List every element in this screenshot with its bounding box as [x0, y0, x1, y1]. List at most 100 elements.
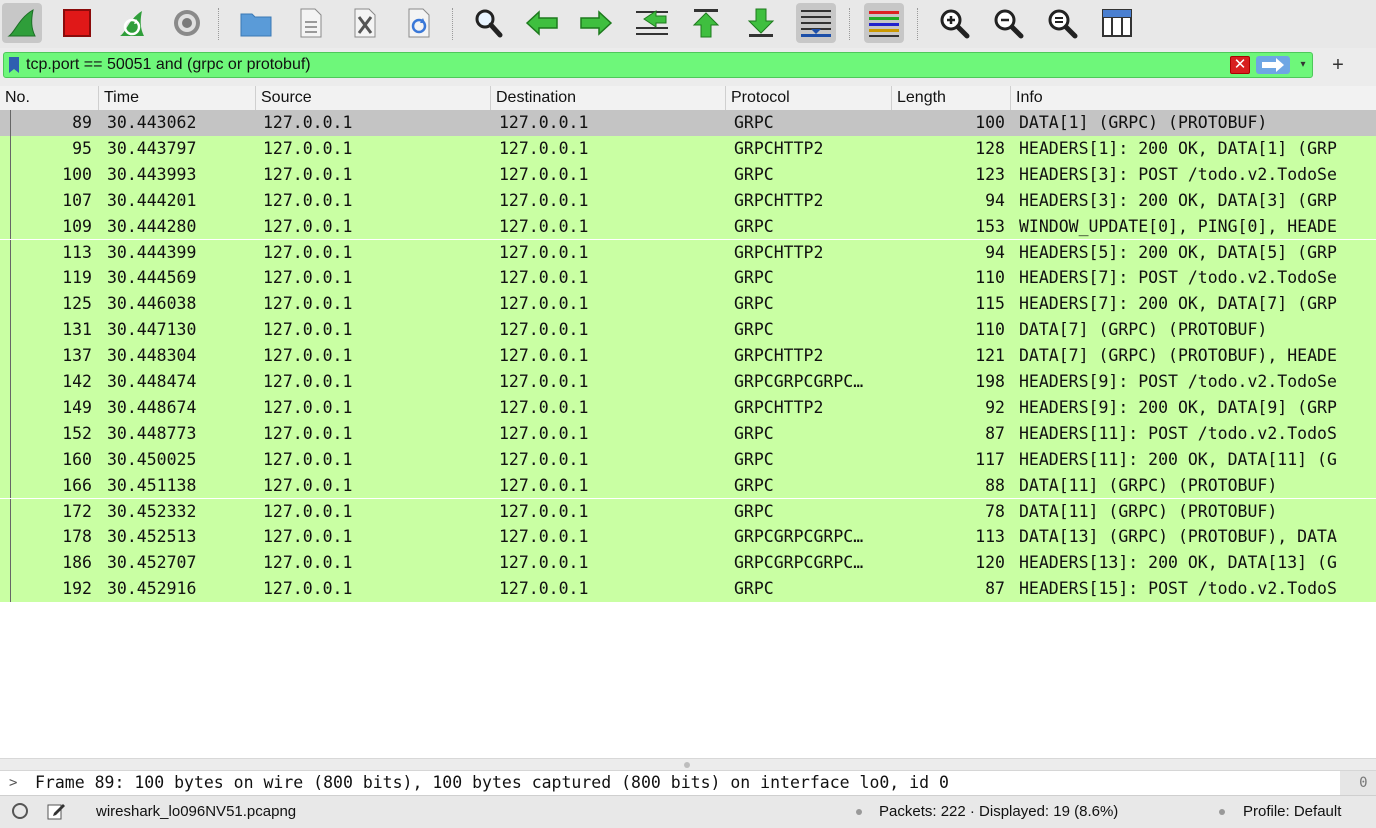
packet-row[interactable]: 166 30.451138 127.0.0.1 127.0.0.1 GRPC 88 DATA… [0, 472, 1376, 499]
packet-info: HEADERS[9]: POST /todo.v2.TodoSe [1019, 372, 1337, 391]
reload-icon[interactable] [399, 3, 439, 43]
column-header-info[interactable]: Info [1011, 86, 1376, 110]
apply-filter-arrow-icon[interactable] [1256, 56, 1290, 74]
zoom-out-icon[interactable] [988, 3, 1028, 43]
packet-row[interactable]: 142 30.448474 127.0.0.1 127.0.0.1 GRPCGRPCGR… [0, 369, 1376, 395]
add-filter-button[interactable]: + [1326, 52, 1350, 78]
packet-time: 30.448474 [107, 372, 197, 391]
packet-protocol: GRPC [734, 268, 774, 288]
packet-protocol: GRPCHTTP2 [734, 397, 824, 417]
packet-row[interactable]: 149 30.448674 127.0.0.1 127.0.0.1 GRPCHTTP2 9… [0, 394, 1376, 421]
packet-no: 109 [62, 216, 92, 236]
packet-row[interactable]: 131 30.447130 127.0.0.1 127.0.0.1 GRPC 110 DAT… [0, 317, 1376, 344]
packet-destination: 127.0.0.1 [499, 501, 589, 521]
column-header-destination[interactable]: Destination [491, 86, 726, 110]
packet-row[interactable]: 113 30.444399 127.0.0.1 127.0.0.1 GRPCHTTP2 9… [0, 239, 1376, 266]
packet-row[interactable]: 152 30.448773 127.0.0.1 127.0.0.1 GRPC 87 HEAD… [0, 420, 1376, 447]
profile-status[interactable]: Profile: Default [1243, 796, 1341, 828]
column-header-length[interactable]: Length [892, 86, 1011, 110]
packet-no: 131 [62, 320, 92, 340]
save-file-icon[interactable] [291, 3, 331, 43]
shark-fin-start-icon[interactable] [2, 3, 42, 43]
go-to-packet-icon[interactable] [632, 3, 672, 43]
expand-chevron-icon[interactable]: > [9, 771, 17, 795]
packet-length: 87 [985, 579, 1005, 599]
packet-destination: 127.0.0.1 [499, 242, 589, 262]
packet-row[interactable]: 160 30.450025 127.0.0.1 127.0.0.1 GRPC 117 HEA… [0, 446, 1376, 473]
normal-size-icon[interactable] [1042, 3, 1082, 43]
packet-row[interactable]: 119 30.444569 127.0.0.1 127.0.0.1 GRPC 110 HEA… [0, 265, 1376, 292]
packet-row[interactable]: 109 30.444280 127.0.0.1 127.0.0.1 GRPC 153 WIN… [0, 213, 1376, 240]
packet-time: 30.444399 [107, 242, 197, 262]
packet-source: 127.0.0.1 [263, 501, 353, 521]
packet-row[interactable]: 172 30.452332 127.0.0.1 127.0.0.1 GRPC 78 DATA… [0, 498, 1376, 525]
auto-scroll-icon[interactable] [796, 3, 836, 43]
packet-row[interactable]: 95 30.443797 127.0.0.1 127.0.0.1 GRPCHTTP2 12… [0, 135, 1376, 162]
column-header-protocol[interactable]: Protocol [726, 86, 892, 110]
packet-list-header: No. Time Source Destination Protocol Len… [0, 86, 1376, 111]
packet-row[interactable]: 192 30.452916 127.0.0.1 127.0.0.1 GRPC 87 HEAD… [0, 576, 1376, 603]
go-back-icon[interactable] [522, 3, 562, 43]
packet-length: 120 [975, 553, 1005, 573]
find-packet-icon[interactable] [468, 3, 508, 43]
packet-row[interactable]: 107 30.444201 127.0.0.1 127.0.0.1 GRPCHTTP2 9… [0, 187, 1376, 214]
close-file-icon[interactable] [345, 3, 385, 43]
filter-bookmark-icon[interactable] [8, 57, 20, 73]
packet-time: 30.444569 [107, 268, 197, 288]
packet-row[interactable]: 137 30.448304 127.0.0.1 127.0.0.1 GRPCHTTP2 1… [0, 343, 1376, 369]
packet-row[interactable]: 125 30.446038 127.0.0.1 127.0.0.1 GRPC 115 HEA… [0, 291, 1376, 318]
packet-protocol: GRPCHTTP2 [734, 190, 824, 210]
filter-history-dropdown-icon[interactable]: ▾ [1294, 54, 1312, 76]
packet-destination: 127.0.0.1 [499, 397, 589, 417]
zoom-in-icon[interactable] [934, 3, 974, 43]
splitter-handle-icon[interactable] [684, 762, 690, 768]
packet-no: 160 [62, 449, 92, 469]
resize-columns-icon[interactable] [1097, 3, 1137, 43]
packet-destination: 127.0.0.1 [499, 216, 589, 236]
packet-info: HEADERS[5]: 200 OK, DATA[5] (GRP [1019, 242, 1337, 262]
packet-row[interactable]: 89 30.443062 127.0.0.1 127.0.0.1 GRPC 100 DATA… [0, 110, 1376, 136]
expert-info-icon[interactable] [12, 803, 28, 819]
packet-no: 100 [62, 164, 92, 184]
packet-protocol: GRPC [734, 320, 774, 340]
open-folder-icon[interactable] [236, 3, 276, 43]
clear-filter-icon[interactable]: ✕ [1230, 56, 1250, 74]
go-forward-icon[interactable] [576, 3, 616, 43]
column-header-source[interactable]: Source [256, 86, 491, 110]
display-filter-field[interactable]: ✕ ▾ [3, 52, 1313, 78]
packet-time: 30.448674 [107, 397, 197, 417]
packet-source: 127.0.0.1 [263, 268, 353, 288]
restart-capture-icon[interactable] [112, 3, 152, 43]
packet-info: DATA[13] (GRPC) (PROTOBUF), DATA [1019, 527, 1337, 547]
packet-length: 110 [975, 320, 1005, 340]
packet-details-row[interactable]: > Frame 89: 100 bytes on wire (800 bits)… [0, 770, 1340, 796]
packet-destination: 127.0.0.1 [499, 372, 589, 391]
capture-options-gear-icon[interactable] [167, 3, 207, 43]
packet-length: 117 [975, 449, 1005, 469]
packet-length: 121 [975, 346, 1005, 366]
display-filter-input[interactable] [26, 54, 1206, 76]
packet-length: 153 [975, 216, 1005, 236]
packet-source: 127.0.0.1 [263, 579, 353, 599]
packet-source: 127.0.0.1 [263, 372, 353, 391]
packet-time: 30.443797 [107, 138, 197, 158]
packet-time: 30.448773 [107, 423, 197, 443]
stop-square-icon[interactable] [57, 3, 97, 43]
packet-info: HEADERS[1]: 200 OK, DATA[1] (GRP [1019, 138, 1337, 158]
packet-list[interactable]: 89 30.443062 127.0.0.1 127.0.0.1 GRPC 100 DATA… [0, 110, 1376, 760]
colorize-icon[interactable] [864, 3, 904, 43]
column-header-no[interactable]: No. [0, 86, 99, 110]
packet-length: 100 [975, 113, 1005, 132]
packet-row[interactable]: 186 30.452707 127.0.0.1 127.0.0.1 GRPCGRPCGR… [0, 550, 1376, 577]
packet-source: 127.0.0.1 [263, 320, 353, 340]
packet-row[interactable]: 178 30.452513 127.0.0.1 127.0.0.1 GRPCGRPCGR… [0, 524, 1376, 551]
first-packet-icon[interactable] [686, 3, 726, 43]
column-header-time[interactable]: Time [99, 86, 256, 110]
packet-protocol: GRPCHTTP2 [734, 242, 824, 262]
packet-length: 88 [985, 475, 1005, 495]
packet-time: 30.452916 [107, 579, 197, 599]
packet-row[interactable]: 100 30.443993 127.0.0.1 127.0.0.1 GRPC 123 HEA… [0, 161, 1376, 188]
last-packet-icon[interactable] [741, 3, 781, 43]
packet-time: 30.446038 [107, 294, 197, 314]
capture-comment-icon[interactable] [46, 801, 66, 821]
